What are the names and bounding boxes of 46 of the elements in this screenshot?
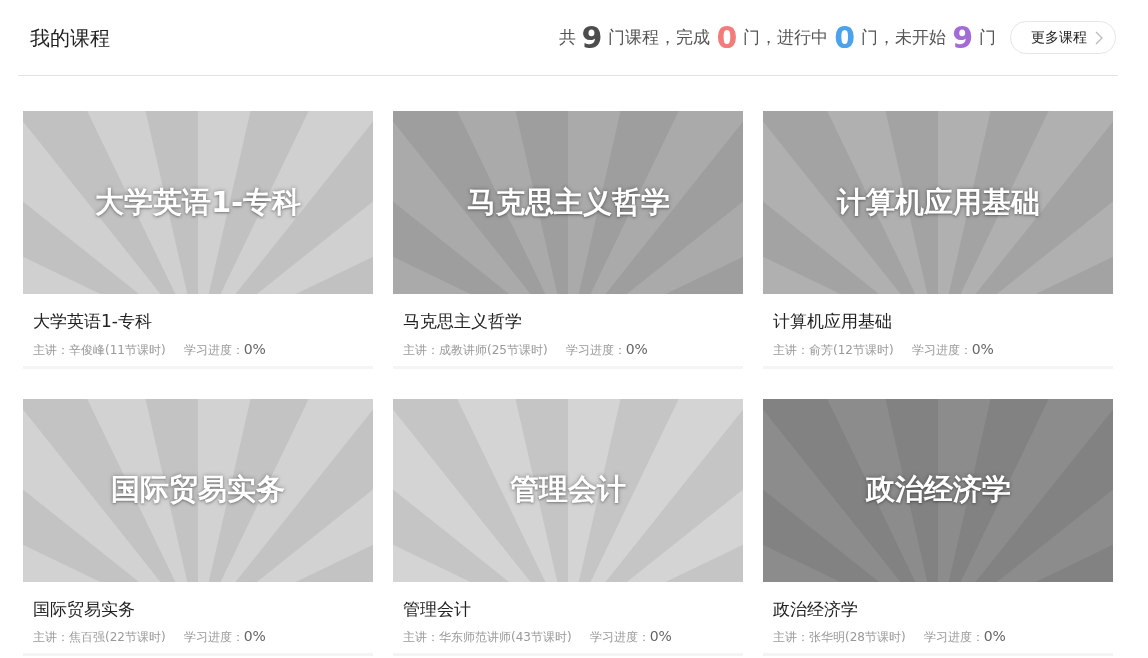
teacher-info: 主讲：成教讲师(25节课时): [403, 341, 548, 359]
progress-label: 学习进度：: [565, 341, 626, 359]
progress-label: 学习进度：: [911, 341, 972, 359]
course-cover[interactable]: 管理会计: [393, 398, 743, 582]
cover-title: 马克思主义哲学: [466, 183, 670, 221]
teacher-info: 主讲：俞芳(12节课时): [773, 341, 894, 359]
summary-label: 门，进行中: [743, 25, 829, 49]
teacher-info: 主讲：华东师范讲师(43节课时): [403, 629, 572, 646]
summary-count: 9: [581, 22, 603, 53]
course-name: 管理会计: [403, 597, 472, 621]
summary-label: 门课程，完成: [608, 25, 711, 49]
progress-label: 学习进度：: [923, 629, 984, 646]
course-name: 马克思主义哲学: [403, 310, 523, 333]
summary-label: 门，未开始: [861, 25, 947, 49]
cover-title: 管理会计: [510, 471, 626, 509]
progress-value: 0%: [625, 339, 648, 359]
progress-value: 0%: [243, 339, 266, 359]
progress-value: 0%: [983, 627, 1006, 646]
cover-title: 政治经济学: [865, 471, 1011, 509]
summary-label: 门: [979, 25, 996, 49]
progress-value: 0%: [649, 627, 672, 646]
course-cover[interactable]: 政治经济学: [763, 398, 1113, 582]
chevron-right-icon: [1095, 30, 1103, 45]
more-courses-button[interactable]: 更多课程: [1010, 21, 1116, 54]
course-name: 大学英语1-专科: [33, 310, 153, 333]
summary-count: 9: [952, 22, 973, 53]
page-title: 我的课程: [30, 24, 110, 52]
course-name: 国际贸易实务: [33, 597, 136, 621]
course-cover[interactable]: 马克思主义哲学: [393, 111, 743, 294]
teacher-info: 主讲：辛俊峰(11节课时): [33, 341, 166, 359]
cover-title: 计算机应用基础: [836, 183, 1040, 221]
course-cover[interactable]: 大学英语1-专科: [23, 111, 373, 294]
summary-count: 0: [834, 22, 856, 53]
summary-count: 0: [716, 22, 738, 53]
progress-label: 学习进度：: [183, 629, 244, 646]
teacher-info: 主讲：张华明(28节课时): [773, 629, 906, 646]
progress-value: 0%: [971, 339, 994, 359]
progress-label: 学习进度：: [183, 341, 244, 359]
cover-title: 大学英语1-专科: [94, 183, 302, 221]
course-name: 计算机应用基础: [773, 310, 893, 333]
summary-label: 共: [558, 25, 576, 49]
teacher-info: 主讲：焦百强(22节课时): [33, 629, 166, 646]
course-cover[interactable]: 计算机应用基础: [763, 111, 1113, 294]
progress-value: 0%: [243, 627, 266, 646]
course-name: 政治经济学: [773, 597, 859, 621]
progress-label: 学习进度：: [589, 629, 650, 646]
